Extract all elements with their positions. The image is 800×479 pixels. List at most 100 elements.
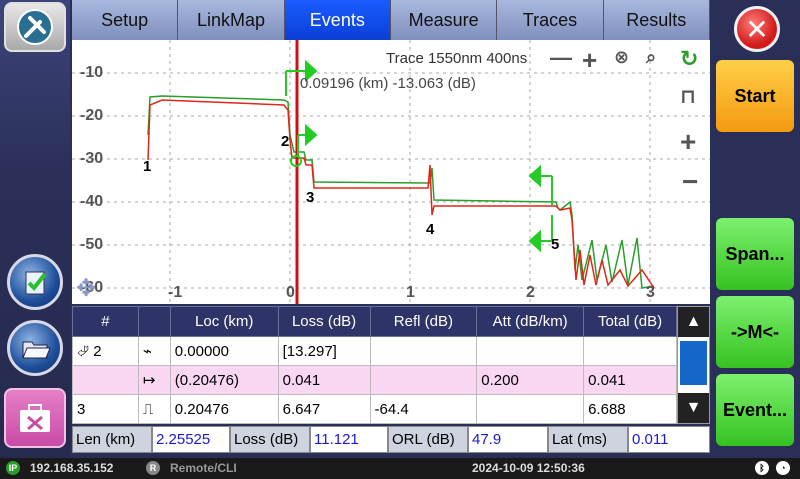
col-header: Total (dB) xyxy=(583,306,677,337)
event-label: 4 xyxy=(426,221,435,238)
section-icon: ↦ xyxy=(137,365,171,395)
reflective-icon: ⎍ xyxy=(137,394,171,424)
y-tick-label: -10 xyxy=(80,64,104,81)
loss-label: Loss (dB) xyxy=(230,426,310,453)
home-tools-button[interactable] xyxy=(4,2,66,52)
len-label: Len (km) xyxy=(72,426,152,453)
file-check-button[interactable] xyxy=(7,254,63,310)
refl-cell xyxy=(369,336,478,366)
event-number-cell: ⮰ 2 xyxy=(72,336,139,366)
tab-events[interactable]: Events xyxy=(284,0,391,40)
y-tick-label: -30 xyxy=(80,150,104,167)
date-time: 2024-10-09 12:50:36 xyxy=(472,461,585,475)
table-row[interactable]: ⮰ 2 ⌁ 0.00000 [13.297] xyxy=(72,336,677,366)
event-label: 5 xyxy=(551,236,560,253)
col-header: Loss (dB) xyxy=(277,306,371,337)
remote-icon: R xyxy=(146,461,160,475)
col-header xyxy=(137,306,171,337)
lat-value: 0.011 xyxy=(628,426,710,453)
orl-label: ORL (dB) xyxy=(388,426,468,453)
trace-params: 1550nm 400ns xyxy=(427,50,528,67)
orl-value: 47.9 xyxy=(468,426,548,453)
tab-traces[interactable]: Traces xyxy=(497,0,604,40)
zoom-in-icon[interactable]: + xyxy=(582,45,597,76)
tools-icon xyxy=(17,9,53,45)
trace-info: Trace 1550nm 400ns xyxy=(386,50,527,67)
event-button[interactable]: Event... xyxy=(716,374,794,446)
len-value: 2.25525 xyxy=(152,426,230,453)
col-header: Att (dB/km) xyxy=(476,306,585,337)
refl-cell xyxy=(369,365,478,395)
wifi-icon: ◔ xyxy=(776,461,790,475)
tab-linkmap[interactable]: LinkMap xyxy=(178,0,285,40)
loss-cell: 0.041 xyxy=(277,365,371,395)
scroll-up-icon[interactable]: ▲ xyxy=(678,307,709,337)
ip-icon: IP xyxy=(6,461,20,475)
table-row[interactable]: 3 ⎍ 0.20476 6.647 -64.4 6.688 xyxy=(72,394,677,424)
refresh-icon[interactable]: ↻ xyxy=(680,46,698,72)
loc-cell: 0.00000 xyxy=(169,336,279,366)
ip-address: 192.168.35.152 xyxy=(30,461,114,475)
x-tick-label: 0 xyxy=(286,284,295,301)
loss-cell: 6.647 xyxy=(277,394,371,424)
otdr-trace-graph[interactable]: -10 -20 -30 -40 -50 -60 -1 0 1 2 3 1 2 3… xyxy=(72,40,710,304)
splice-icon: ⌁ xyxy=(137,336,171,366)
event-label: 3 xyxy=(306,189,315,206)
open-folder-button[interactable] xyxy=(7,320,63,376)
vertical-zoom-in-icon[interactable]: + xyxy=(680,126,696,158)
y-tick-label: -50 xyxy=(80,236,104,253)
x-tick-label: 3 xyxy=(646,284,655,301)
col-header: Refl (dB) xyxy=(369,306,478,337)
start-button[interactable]: Start xyxy=(716,60,794,132)
refl-cell: -64.4 xyxy=(369,394,478,424)
total-cell xyxy=(583,336,677,366)
y-tick-label: -40 xyxy=(80,193,104,210)
zoom-fit-icon[interactable]: ⊗ xyxy=(614,47,629,68)
folder-icon xyxy=(22,341,51,359)
trace-red xyxy=(147,99,655,289)
pan-icon[interactable]: ✥ xyxy=(76,274,96,303)
scroll-thumb[interactable] xyxy=(680,341,707,385)
loss-cell: [13.297] xyxy=(277,336,371,366)
lock-icon[interactable]: ⊓ xyxy=(680,84,696,109)
loc-cell: (0.20476) xyxy=(169,365,279,395)
zoom-area-icon[interactable]: ⌕ xyxy=(646,47,656,68)
event-number-cell xyxy=(72,365,139,395)
marker-button[interactable]: ->M<- xyxy=(716,296,794,368)
cursor-arrow-icon: ⮰ xyxy=(77,342,90,360)
x-tick-label: 2 xyxy=(526,284,535,301)
col-header: Loc (km) xyxy=(169,306,279,337)
trace-label: Trace xyxy=(386,50,424,67)
toolbox-icon xyxy=(20,404,50,432)
summary-bar: Len (km) 2.25525 Loss (dB) 11.121 ORL (d… xyxy=(72,426,710,453)
att-cell xyxy=(476,394,585,424)
table-scrollbar[interactable]: ▲ ▼ xyxy=(677,306,710,424)
y-tick-label: -20 xyxy=(80,107,104,124)
col-header: # xyxy=(72,306,139,337)
vertical-zoom-out-icon[interactable]: − xyxy=(682,166,698,198)
tab-bar: Setup LinkMap Events Measure Traces Resu… xyxy=(72,0,710,40)
att-cell: 0.200 xyxy=(476,365,585,395)
scroll-down-icon[interactable]: ▼ xyxy=(678,393,709,423)
cursor-readout: 0.09196 (km) -13.063 (dB) xyxy=(300,75,476,92)
span-button[interactable]: Span... xyxy=(716,218,794,290)
events-table: # Loc (km) Loss (dB) Refl (dB) Att (dB/k… xyxy=(72,306,677,424)
total-cell: 0.041 xyxy=(583,365,677,395)
table-row[interactable]: ↦ (0.20476) 0.041 0.200 0.041 xyxy=(72,365,677,395)
x-tick-label: 1 xyxy=(406,284,415,301)
event-number-cell: 3 xyxy=(72,394,139,424)
zoom-out-icon[interactable]: — xyxy=(550,45,572,71)
tab-setup[interactable]: Setup xyxy=(72,0,179,40)
x-tick-label: -1 xyxy=(168,284,183,301)
remote-status: Remote/CLI xyxy=(170,461,237,475)
total-cell: 6.688 xyxy=(583,394,677,424)
att-cell xyxy=(476,336,585,366)
right-panel: ✕ Start Span... ->M<- Event... xyxy=(710,0,800,458)
left-sidebar xyxy=(0,0,70,458)
tab-results[interactable]: Results xyxy=(603,0,710,40)
close-button[interactable]: ✕ xyxy=(734,6,780,52)
event-label: 2 xyxy=(281,133,290,150)
toolbox-button[interactable] xyxy=(4,388,66,448)
tab-measure[interactable]: Measure xyxy=(390,0,498,40)
lat-label: Lat (ms) xyxy=(548,426,628,453)
